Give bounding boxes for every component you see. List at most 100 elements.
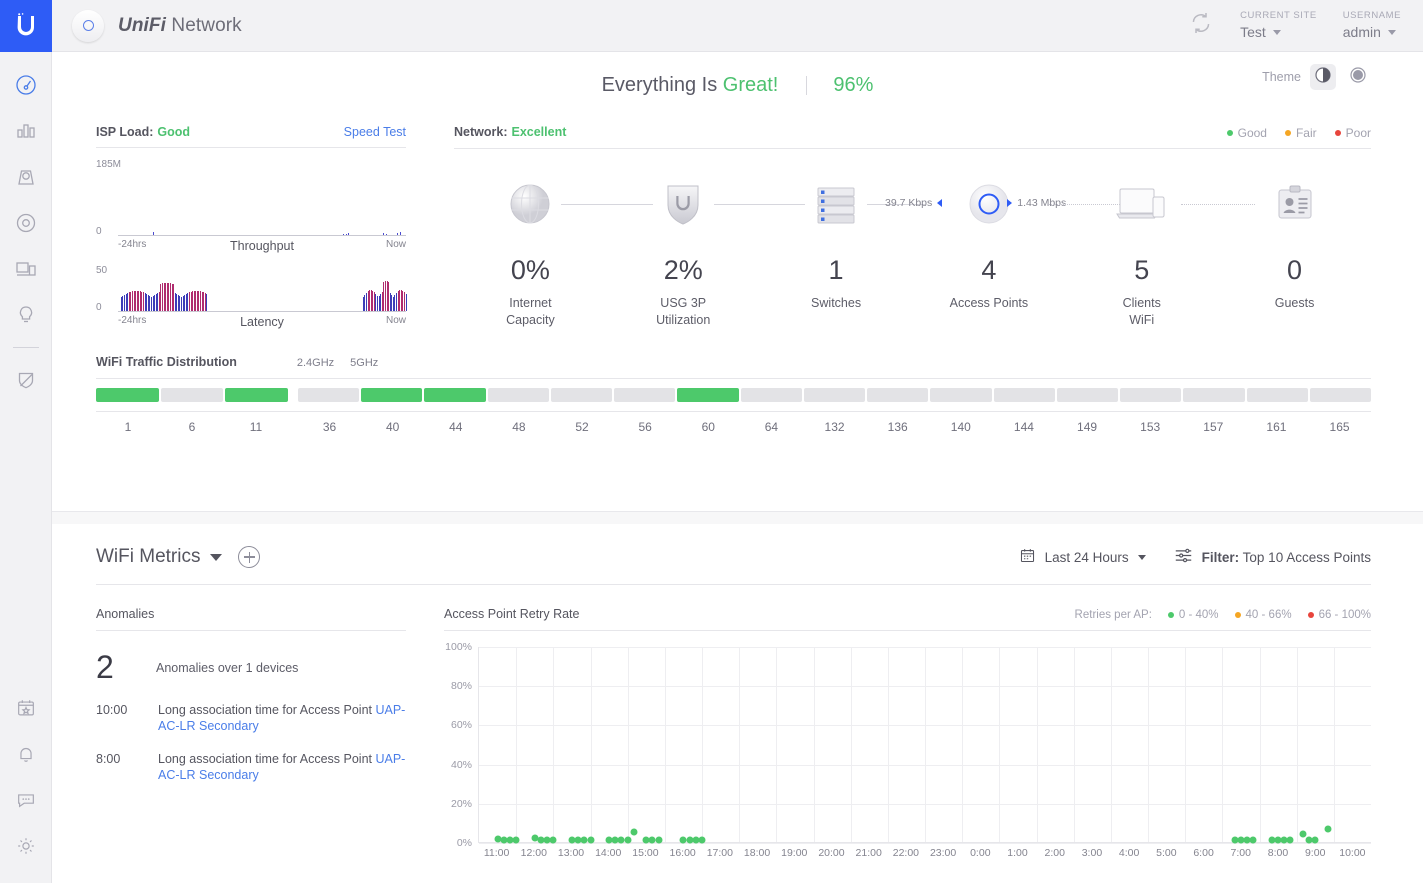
status-prefix: Everything Is	[601, 74, 723, 96]
sidebar-item-alerts[interactable]	[0, 731, 52, 777]
chart-x-tick: 14:00	[595, 847, 622, 859]
legend-good-label: Good	[1237, 126, 1267, 140]
wtd-channel-60[interactable]	[677, 387, 739, 402]
anomaly-message: Long association time for Access Point U…	[158, 751, 406, 784]
chart-x-tick: 12:00	[520, 847, 547, 859]
refresh-button[interactable]	[1188, 10, 1214, 41]
chart-gridline-v	[1036, 647, 1038, 842]
speed-test-link[interactable]: Speed Test	[344, 125, 406, 139]
theme-dark-button[interactable]	[1345, 64, 1371, 90]
switches-value: 1	[828, 255, 844, 285]
app-icon[interactable]	[72, 9, 104, 42]
chart-gridline-v	[1259, 647, 1261, 842]
wtd-channel-tick-144: 144	[1013, 419, 1034, 434]
chart-data-point[interactable]	[1324, 825, 1332, 833]
wtd-channel-1[interactable]	[96, 387, 159, 402]
wtd-channel-153[interactable]	[1120, 387, 1182, 402]
wtd-channel-56[interactable]	[614, 387, 676, 402]
chart-data-point[interactable]	[549, 836, 557, 844]
chart-data-point[interactable]	[630, 828, 638, 836]
throughput-x-center: Throughput	[230, 239, 294, 253]
topology-node-usg[interactable]: 2% USG 3P Utilization	[607, 175, 806, 329]
wtd-channel-bar	[867, 387, 929, 402]
filter-label: Filter:	[1201, 549, 1240, 565]
metrics-body: Anomalies 2 Anomalies over 1 devices 10:…	[52, 585, 1423, 867]
wtd-channel-132[interactable]	[803, 387, 866, 402]
chart-data-point[interactable]	[1311, 836, 1319, 844]
wtd-channel-bar	[1120, 387, 1182, 402]
chart-y-tick: 100%	[445, 641, 472, 653]
chart-x-tick: 8:00	[1267, 847, 1289, 859]
wtd-channel-36[interactable]	[298, 387, 360, 402]
sidebar-item-map[interactable]	[0, 154, 52, 200]
anomaly-row: 10:00 Long association time for Access Po…	[96, 702, 406, 735]
topology-node-internet[interactable]: 0% Internet Capacity	[454, 175, 653, 329]
chart-gridline-v	[516, 647, 518, 842]
chart-x-tick: 5:00	[1156, 847, 1177, 859]
wtd-channel-161[interactable]	[1246, 387, 1308, 402]
chart-gridline-v	[813, 647, 815, 842]
sidebar-item-insights[interactable]	[0, 292, 52, 338]
topology-node-clients[interactable]: 5 Clients WiFi	[1065, 175, 1255, 329]
ubiquiti-logo[interactable]	[0, 0, 52, 52]
calendar-star-icon	[15, 697, 37, 719]
clients-label-line1: Clients	[1122, 296, 1161, 310]
network-topology: 0% Internet Capacity 2% USG 3P Utilizati…	[454, 149, 1371, 329]
wtd-channel-157[interactable]	[1183, 387, 1245, 402]
legend-fair-label: Fair	[1295, 126, 1317, 140]
wtd-channel-tick-36: 36	[322, 419, 337, 434]
app-icon-ring	[82, 20, 94, 31]
current-site-dropdown[interactable]: Test	[1240, 24, 1317, 42]
chart-data-point[interactable]	[1249, 836, 1257, 844]
filter-selector[interactable]: Filter: Top 10 Access Points	[1174, 547, 1371, 567]
theme-light-button[interactable]	[1310, 64, 1336, 90]
sidebar-item-threat-management[interactable]	[0, 357, 52, 403]
chart-gridline-v	[1148, 647, 1149, 842]
wtd-channel-40[interactable]	[361, 387, 423, 402]
sidebar-item-statistics[interactable]	[0, 108, 52, 154]
sidebar-item-devices[interactable]	[0, 200, 52, 246]
guest-badge-icon	[1273, 175, 1317, 233]
chart-data-point[interactable]	[512, 836, 520, 844]
wtd-channel-11[interactable]	[225, 387, 289, 402]
wtd-channel-52[interactable]	[550, 387, 613, 402]
wtd-channel-6[interactable]	[160, 387, 224, 402]
topology-node-guests[interactable]: 0 Guests	[1218, 175, 1371, 312]
wtd-channel-44[interactable]	[424, 387, 486, 402]
chart-data-point[interactable]	[1299, 830, 1307, 838]
wtd-channel-tick-1: 1	[124, 419, 132, 434]
sidebar-item-settings[interactable]	[0, 823, 52, 869]
add-metric-button[interactable]	[238, 546, 261, 568]
sidebar-item-dashboard[interactable]	[0, 62, 52, 108]
wtd-channel-bar	[96, 387, 159, 402]
chart-x-tick: 10:00	[1339, 847, 1366, 859]
username-dropdown[interactable]: admin	[1343, 24, 1401, 42]
sidebar-item-clients[interactable]	[0, 246, 52, 292]
wtd-channel-64[interactable]	[740, 387, 802, 402]
client-devices-icon	[1115, 175, 1169, 233]
wtd-band-24-label: 2.4GHz	[296, 356, 335, 369]
chart-data-point[interactable]	[587, 836, 594, 844]
topology-node-access-points[interactable]: 39.7 Kbps 1.43 Mbps 4 Access Points	[885, 175, 1127, 312]
latency-ymax: 50	[96, 265, 108, 276]
wtd-channel-149[interactable]	[1056, 387, 1119, 402]
chart-data-point[interactable]	[655, 836, 663, 844]
sidebar-item-chat[interactable]	[0, 777, 52, 823]
retry-legend-low-label: 0 - 40%	[1178, 609, 1219, 621]
chart-gridline-v	[627, 647, 629, 842]
sidebar-item-events[interactable]	[0, 685, 52, 731]
chart-gridline-v	[925, 647, 926, 842]
wtd-channel-165[interactable]	[1309, 387, 1371, 402]
chart-data-point[interactable]	[624, 836, 632, 844]
wtd-channel-48[interactable]	[487, 387, 549, 402]
wtd-channel-144[interactable]	[993, 387, 1055, 402]
wtd-channel-140[interactable]	[930, 387, 992, 402]
topology-node-switches[interactable]: 1 Switches	[760, 175, 925, 312]
metrics-title-dropdown[interactable]: WiFi Metrics	[96, 546, 223, 568]
chart-data-point[interactable]	[1286, 836, 1294, 844]
chart-gridline-v	[553, 647, 555, 842]
date-range-selector[interactable]: Last 24 Hours	[1019, 547, 1146, 567]
chart-data-point[interactable]	[698, 836, 706, 844]
wtd-channel-136[interactable]	[867, 387, 929, 402]
status-percent: 96%	[833, 74, 874, 96]
